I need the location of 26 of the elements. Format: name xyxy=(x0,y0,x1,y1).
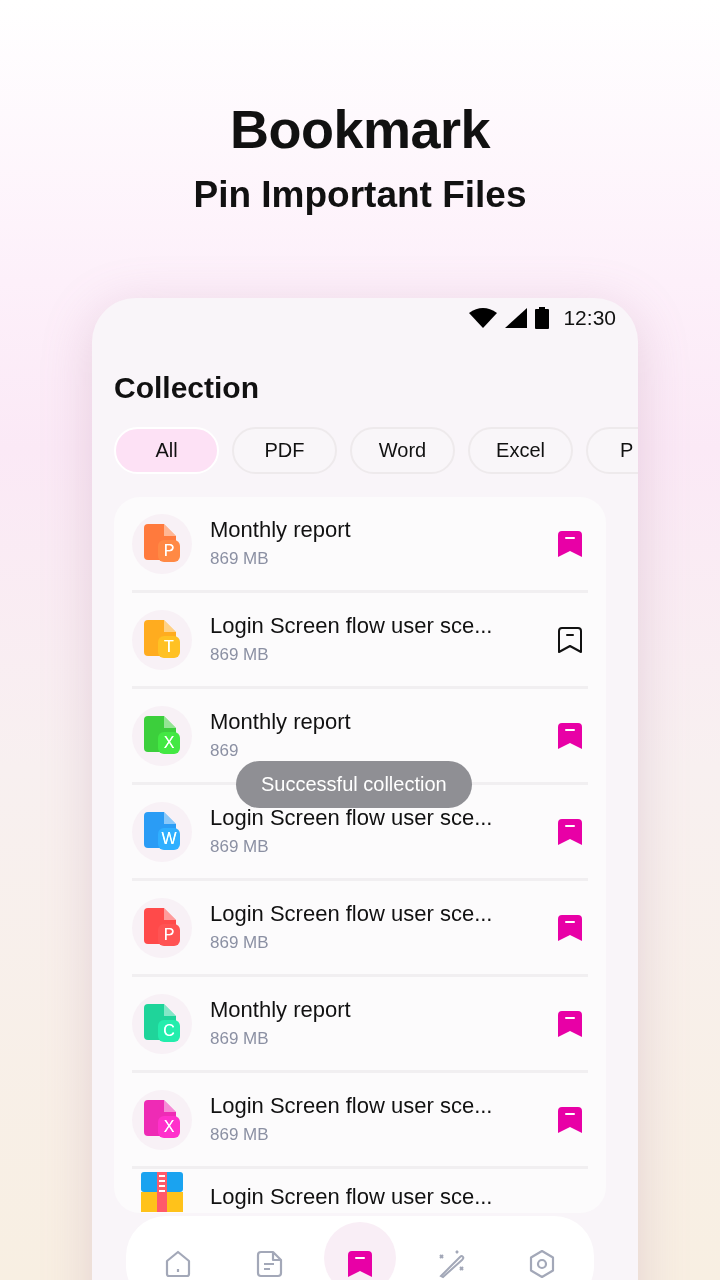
status-time: 12:30 xyxy=(563,306,616,330)
page-title: Collection xyxy=(114,371,260,405)
file-size: 869 MB xyxy=(210,548,270,570)
file-type-icon: X xyxy=(132,705,192,766)
file-name: Login Screen flow user sce... xyxy=(210,1092,494,1120)
subtitle: Pin Important Files xyxy=(192,173,528,217)
file-type-icon: P xyxy=(132,897,192,958)
file-name: Monthly report xyxy=(210,516,352,544)
file-size: 869 MB xyxy=(210,1124,270,1146)
file-type-icon: X xyxy=(132,1089,192,1150)
file-type-icon: C xyxy=(132,993,192,1054)
file-name: Login Screen flow user sce... xyxy=(210,612,494,640)
file-type-icon: P xyxy=(132,513,192,574)
file-size: 869 MB xyxy=(210,644,270,666)
file-size: 869 xyxy=(210,740,240,762)
file-name: Monthly report xyxy=(210,996,352,1024)
file-name: Login Screen flow user sce... xyxy=(210,1183,494,1211)
file-type-icon: W xyxy=(132,801,192,862)
file-name: Monthly report xyxy=(210,708,352,736)
file-type-icon: T xyxy=(132,609,192,670)
headline: Bookmark xyxy=(228,98,492,161)
file-size: 869 MB xyxy=(210,1028,270,1050)
file-size: 869 MB xyxy=(210,836,270,858)
success-toast: Successful collection xyxy=(236,761,472,808)
file-name: Login Screen flow user sce... xyxy=(210,900,494,928)
file-size: 869 MB xyxy=(210,932,270,954)
